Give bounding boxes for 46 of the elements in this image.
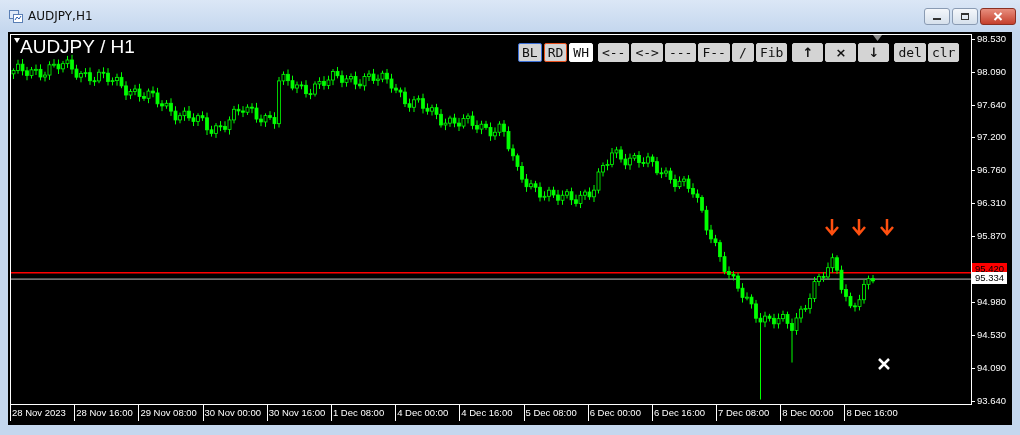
time-label: 30 Nov 00:00 bbox=[202, 405, 267, 421]
time-label: 4 Dec 00:00 bbox=[395, 405, 460, 421]
tool-button[interactable]: / bbox=[731, 43, 754, 62]
current-price-label: 95.334 bbox=[972, 271, 1008, 284]
chart-window-icon bbox=[9, 9, 23, 23]
close-cross-icon bbox=[877, 357, 891, 371]
price-label: 93.640 bbox=[972, 395, 1007, 407]
tool-button[interactable]: F-- bbox=[698, 43, 730, 62]
symbol-label: AUDJPY / H1 bbox=[20, 36, 135, 58]
time-label: 6 Dec 00:00 bbox=[587, 405, 652, 421]
tool-button[interactable]: clr bbox=[927, 43, 960, 62]
time-label: 8 Dec 16:00 bbox=[844, 405, 909, 421]
tool-button[interactable]: Fib bbox=[755, 43, 788, 62]
time-label: 29 Nov 08:00 bbox=[138, 405, 203, 421]
tool-button[interactable]: ↓ bbox=[858, 43, 890, 62]
time-label: 1 Dec 08:00 bbox=[330, 405, 396, 421]
tool-button[interactable]: --- bbox=[664, 43, 697, 62]
close-icon bbox=[993, 12, 1003, 21]
price-label: 98.530 bbox=[972, 33, 1007, 45]
tool-button[interactable]: × bbox=[825, 43, 857, 62]
time-label: 4 Dec 16:00 bbox=[459, 405, 524, 421]
color-button[interactable]: WH bbox=[569, 43, 593, 62]
maximize-icon bbox=[960, 12, 970, 21]
time-label: 28 Nov 16:00 bbox=[74, 405, 139, 421]
color-button[interactable]: RD bbox=[543, 43, 568, 62]
dropdown-triangle-icon[interactable] bbox=[14, 38, 20, 43]
down-arrow-icon bbox=[824, 217, 840, 236]
down-arrow-icon bbox=[879, 217, 895, 236]
time-label: 28 Nov 2023 bbox=[10, 405, 75, 421]
tool-button[interactable]: del bbox=[894, 43, 926, 62]
time-label: 8 Dec 00:00 bbox=[780, 405, 845, 421]
price-label: 96.760 bbox=[972, 164, 1007, 176]
color-button[interactable]: BL bbox=[518, 43, 542, 62]
time-label: 5 Dec 08:00 bbox=[523, 405, 588, 421]
tool-button[interactable]: <-> bbox=[631, 43, 663, 62]
time-label: 30 Nov 16:00 bbox=[266, 405, 331, 421]
minimize-button[interactable] bbox=[924, 8, 950, 25]
time-label: 7 Dec 08:00 bbox=[716, 405, 781, 421]
tool-button[interactable]: ↑ bbox=[792, 43, 824, 62]
maximize-button[interactable] bbox=[952, 8, 978, 25]
down-arrow-icon bbox=[851, 217, 867, 236]
scroll-marker-icon bbox=[873, 35, 882, 41]
close-button[interactable] bbox=[980, 8, 1016, 25]
time-label: 6 Dec 16:00 bbox=[651, 405, 717, 421]
tool-button[interactable]: <-- bbox=[597, 43, 630, 62]
window-title: AUDJPY,H1 bbox=[28, 9, 94, 23]
